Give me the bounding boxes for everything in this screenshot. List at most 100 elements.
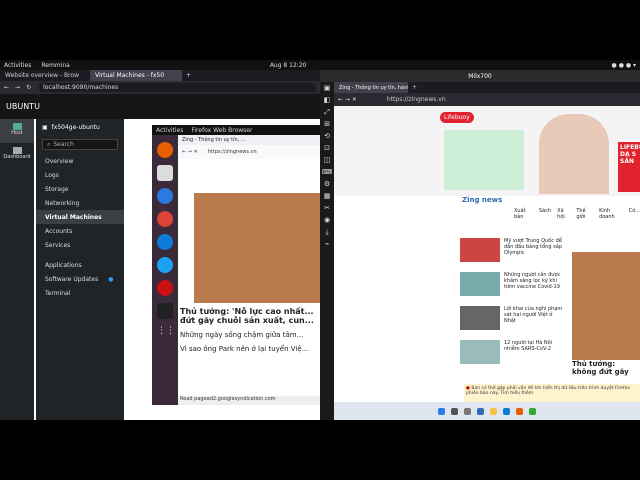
vm-url: https://zingnews.vn — [207, 149, 257, 155]
remmina-toolbar: ▣ ◧ ⤢ ⊞ ⟲ ⊡ ◫ ⌨ ⚙ ▦ ✂ ◉ ⤓ ⌁ — [320, 82, 334, 420]
list-item[interactable]: Mỹ vượt Trung Quốc để dẫn đầu bảng tổng … — [460, 238, 572, 262]
start-icon[interactable] — [438, 407, 445, 415]
news-thumb — [460, 306, 500, 330]
machine-name: fx504ge-ubuntu — [51, 123, 100, 131]
host-name: UBUNTU — [6, 102, 40, 111]
site-logo[interactable]: Zing news — [334, 196, 640, 208]
apps-grid-icon[interactable]: ⋮⋮ — [157, 326, 175, 342]
nav-bar: ← → ↻ localhost:9090/machines — [0, 81, 320, 94]
rail-dashboard-label: Dashboard — [3, 154, 31, 160]
system-top-bar: Activities Remmina Aug 8 12:20 ● ● ● ▾ — [0, 60, 640, 70]
nav-accounts[interactable]: Accounts — [36, 224, 124, 238]
nav-logs[interactable]: Logs — [36, 168, 124, 182]
store-icon[interactable] — [529, 407, 536, 415]
chrome-icon[interactable] — [157, 211, 173, 227]
dashboard-icon — [12, 147, 22, 154]
files-icon[interactable] — [157, 165, 173, 181]
remmina-app-menu[interactable]: Remmina — [41, 62, 69, 69]
clock[interactable]: Aug 8 12:20 — [270, 62, 307, 69]
cockpit-sidebar: ▣ fx504ge-ubuntu ⌕ Search Overview Logs St… — [36, 119, 124, 420]
news-title: Mỹ vượt Trung Quốc để dẫn đầu bảng tổng … — [504, 238, 562, 256]
nav-more[interactable]: Cô... — [629, 208, 640, 218]
news-title: Những người cần được khám sàng lọc kỹ kh… — [504, 272, 561, 290]
opera-icon[interactable] — [157, 280, 173, 296]
vm-headline[interactable]: Thủ tướng: 'Nỗ lực cao nhất... đứt gãy c… — [178, 303, 320, 325]
nav-xa-hoi[interactable]: Xã hội — [557, 208, 570, 220]
vm-app-menu[interactable]: Firefox Web Browser — [191, 127, 252, 134]
cockpit-rail: Host Dashboard — [0, 119, 34, 420]
terminal-icon[interactable] — [157, 303, 173, 319]
address-bar[interactable]: localhost:9090/machines — [39, 83, 316, 92]
toolbar-icons[interactable]: ▣ ◧ ⤢ ⊞ ⟲ ⊡ ◫ ⌨ ⚙ ▦ ✂ ◉ ⤓ ⌁ — [320, 82, 334, 250]
list-item[interactable]: 12 người tại Hà Nội nhiễm SARS-CoV-2 — [460, 340, 572, 364]
vm-activities[interactable]: Activities — [156, 127, 183, 134]
vm-dock: ⋮⋮ — [152, 135, 178, 405]
rail-dashboard[interactable]: Dashboard — [0, 143, 34, 167]
search-icon[interactable] — [451, 407, 458, 415]
vm-tab[interactable]: Zing - Thông tin uy tín, ... — [178, 135, 320, 145]
nav-kinh-doanh[interactable]: Kinh doanh — [599, 208, 623, 220]
nav-the-gioi[interactable]: Thế giới — [576, 208, 593, 220]
firefox-icon[interactable] — [157, 142, 173, 158]
remote-new-tab-icon[interactable]: + — [408, 84, 417, 91]
address-text: localhost:9090/machines — [43, 84, 119, 91]
banner-side-text: LIFEBUY DA S SẢN — [618, 142, 640, 192]
notice-text: Bạn có thể gặp phải vấn đề khi hiển thị … — [466, 386, 630, 396]
vm-line1[interactable]: Những ngày sống chậm giữa tâm... — [178, 325, 320, 339]
remote-url[interactable]: https://zingnews.vn — [387, 96, 446, 103]
new-tab-icon[interactable]: + — [182, 72, 191, 79]
lifebuoy-logo: Lifebuoy — [440, 112, 474, 123]
tab-website-overview[interactable]: Website overview - Brow — [0, 70, 90, 81]
explorer-icon[interactable] — [490, 407, 497, 415]
system-tray[interactable]: ● ● ● ▾ — [612, 62, 636, 69]
product-image — [444, 130, 524, 190]
vm-status-bar: Read pagead2.googlesyndication.com — [178, 396, 320, 405]
nav-sach[interactable]: Sách — [539, 208, 551, 218]
nav-storage[interactable]: Storage — [36, 182, 124, 196]
news-thumb — [460, 272, 500, 296]
firefox-icon[interactable] — [516, 407, 523, 415]
vm-tab-label: Zing - Thông tin uy tín, ... — [182, 137, 246, 143]
forward-icon[interactable]: → — [15, 84, 20, 91]
nav-software-updates[interactable]: Software Updates ● — [36, 272, 124, 286]
back-icon[interactable]: ← — [4, 84, 9, 91]
news-photo[interactable] — [194, 193, 320, 303]
remote-nav-bar: ← → ✕ https://zingnews.vn — [334, 93, 640, 106]
ad-banner[interactable]: Lifebuoy LIFEBUY DA S SẢN — [334, 106, 640, 196]
side-news-photo[interactable] — [572, 252, 640, 360]
list-item[interactable]: Những người cần được khám sàng lọc kỹ kh… — [460, 272, 572, 296]
nav-terminal[interactable]: Terminal — [36, 286, 124, 300]
side-headline[interactable]: Thủ tướng: không đứt gãy — [572, 360, 640, 376]
remote-tab[interactable]: Zing - Thông tin uy tín, hành tử... — [334, 82, 408, 93]
vm-firefox: Zing - Thông tin uy tín, ... ← → ✕ https… — [178, 135, 320, 405]
help-icon[interactable] — [157, 188, 173, 204]
news-thumb — [460, 238, 500, 262]
reload-icon[interactable]: ↻ — [26, 84, 31, 91]
nav-xuat-ban[interactable]: Xuất bản — [514, 208, 533, 220]
widgets-icon[interactable] — [477, 407, 484, 415]
vm-address-bar[interactable]: ← → ✕ https://zingnews.vn — [178, 145, 320, 159]
nav-services[interactable]: Services — [36, 238, 124, 252]
activities-button[interactable]: Activities — [4, 62, 31, 69]
nav-virtual-machines[interactable]: Virtual Machines — [36, 210, 124, 224]
windows-taskbar — [334, 402, 640, 420]
search-input[interactable]: ⌕ Search — [42, 139, 118, 150]
nav-overview[interactable]: Overview — [36, 154, 124, 168]
rail-host-label: Host — [11, 130, 23, 136]
task-view-icon[interactable] — [464, 407, 471, 415]
cockpit-header: UBUNTU — [0, 94, 320, 119]
machine-selector[interactable]: ▣ fx504ge-ubuntu — [36, 119, 124, 135]
edge-icon[interactable] — [157, 234, 173, 250]
vm-line2[interactable]: Vì sao ông Park nên ở lại tuyển Việ... — [178, 339, 320, 353]
nav-applications[interactable]: Applications — [36, 258, 124, 272]
rail-host[interactable]: Host — [0, 119, 34, 143]
nav-networking[interactable]: Networking — [36, 196, 124, 210]
edge-icon[interactable] — [503, 407, 510, 415]
twitter-icon[interactable] — [157, 257, 173, 273]
vm-page-blank — [178, 159, 320, 193]
news-list: Mỹ vượt Trung Quốc để dẫn đầu bảng tổng … — [460, 234, 572, 364]
search-placeholder: Search — [53, 141, 74, 148]
tab-virtual-machines[interactable]: Virtual Machines - fx50 — [90, 70, 182, 81]
nav-software-updates-label: Software Updates — [45, 275, 99, 283]
list-item[interactable]: Lời khai của nghi phạm sát hại người Việ… — [460, 306, 572, 330]
